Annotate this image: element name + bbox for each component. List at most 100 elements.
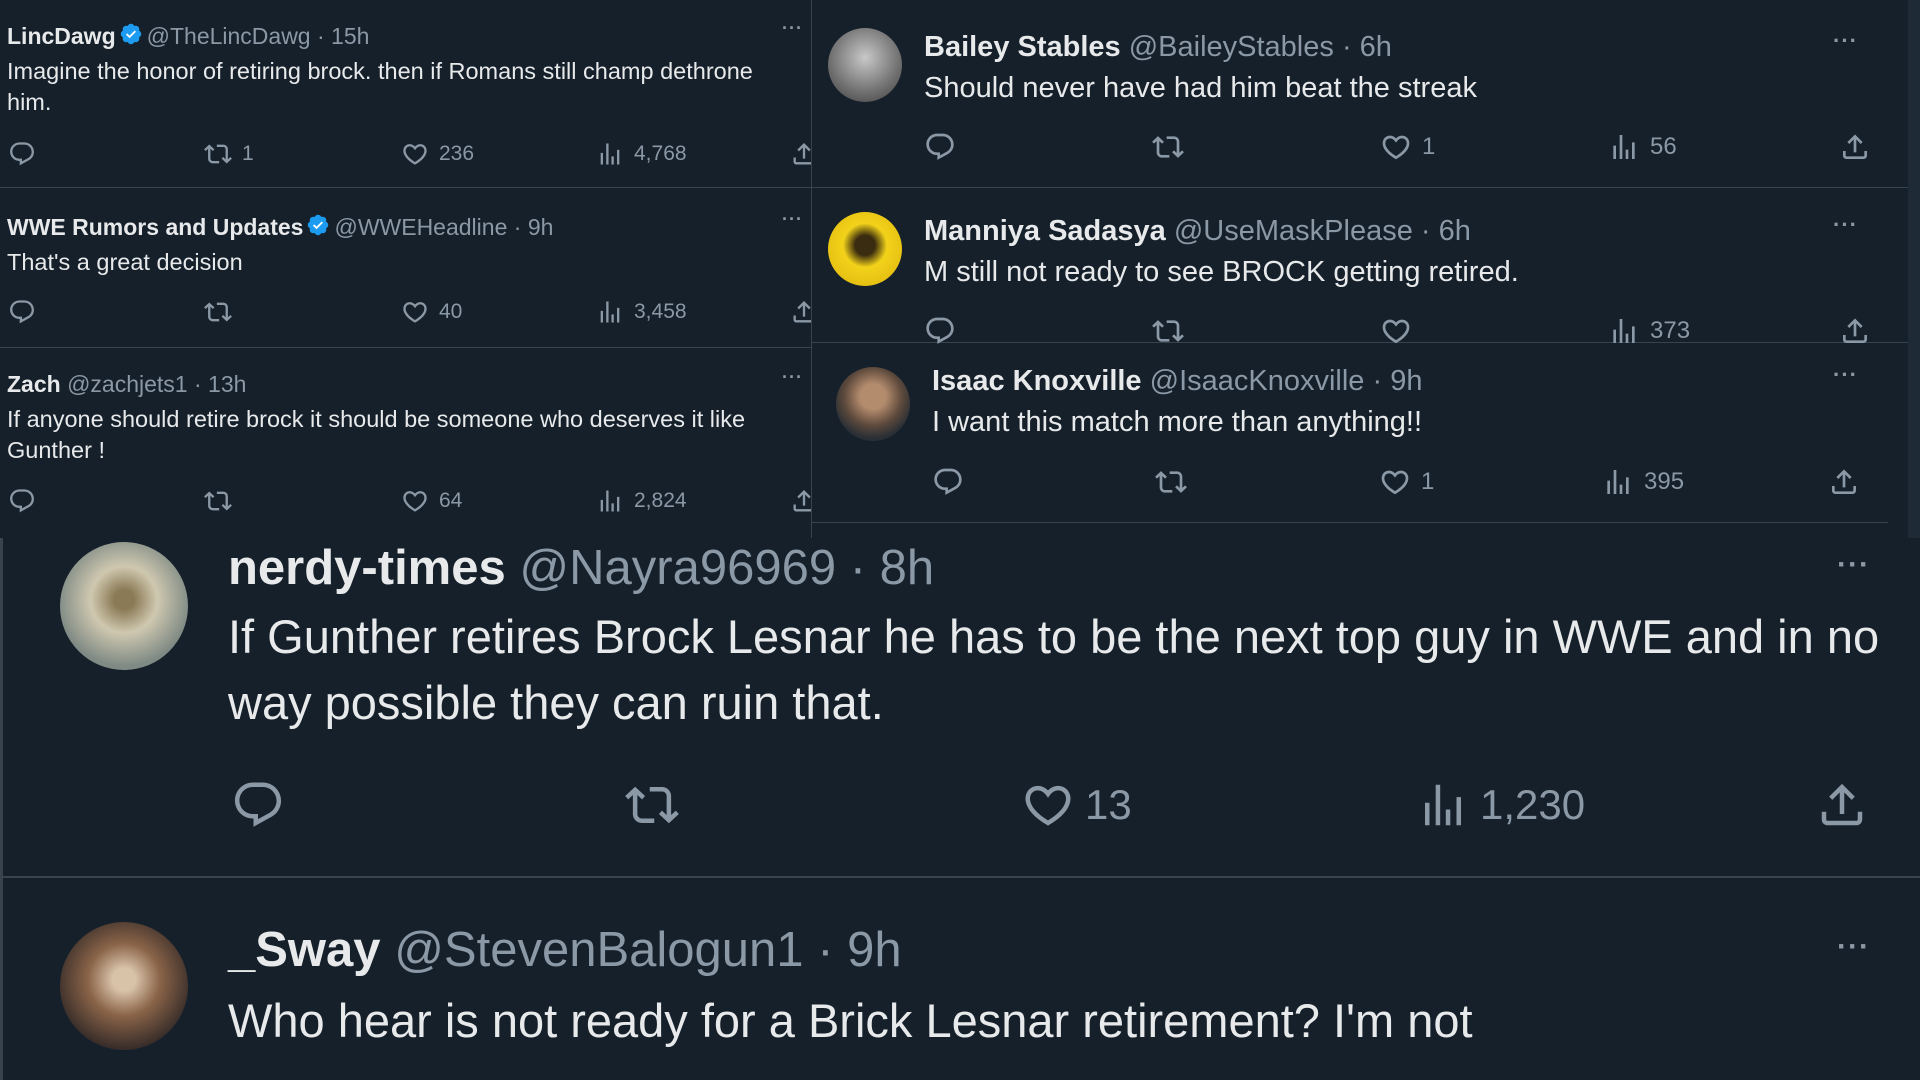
display-name[interactable]: Zach: [7, 371, 61, 397]
avatar[interactable]: [836, 367, 910, 441]
more-icon[interactable]: ···: [1833, 28, 1858, 54]
timestamp[interactable]: · 13h: [194, 371, 246, 397]
timestamp[interactable]: · 6h: [1342, 31, 1392, 63]
like-count: 64: [439, 489, 463, 512]
display-name[interactable]: _Sway: [228, 923, 381, 977]
like-button[interactable]: 13: [1021, 778, 1132, 832]
handle[interactable]: @StevenBalogun1: [394, 923, 803, 977]
like-count: 1: [1421, 468, 1435, 495]
tweet-text: I want this match more than anything!!: [932, 406, 1423, 438]
tweet-isaac-knoxville[interactable]: Isaac Knoxville @IsaacKnoxville · 9h ···…: [812, 343, 1888, 523]
like-button[interactable]: 1: [1379, 466, 1434, 498]
more-icon[interactable]: ···: [1837, 548, 1870, 582]
more-icon[interactable]: ···: [782, 18, 803, 39]
tweet-sway[interactable]: _Sway @StevenBalogun1 · 9h ··· Who hear …: [3, 878, 1920, 1080]
more-icon[interactable]: ···: [1833, 362, 1858, 388]
timestamp[interactable]: · 9h: [817, 923, 901, 977]
views-button[interactable]: 56: [1608, 131, 1677, 163]
retweet-button[interactable]: 1: [204, 140, 254, 168]
scrollbar[interactable]: [1908, 0, 1920, 538]
display-name[interactable]: WWE Rumors and Updates: [7, 214, 303, 240]
tweet-wweheadline[interactable]: WWE Rumors and Updates @WWEHeadline · 9h …: [0, 188, 811, 348]
handle[interactable]: @TheLincDawg: [147, 23, 311, 49]
handle[interactable]: @WWEHeadline: [334, 214, 507, 240]
retweet-button[interactable]: [204, 487, 232, 515]
tweet-nerdy-times[interactable]: nerdy-times @Nayra96969 · 8h ··· If Gunt…: [3, 538, 1920, 878]
retweet-count: 1: [242, 142, 254, 165]
avatar[interactable]: [60, 922, 188, 1050]
reply-button[interactable]: [8, 487, 36, 515]
views-count: 3,458: [634, 300, 687, 323]
views-button[interactable]: 395: [1602, 466, 1684, 498]
timestamp[interactable]: · 9h: [514, 214, 554, 240]
like-count: 13: [1085, 781, 1132, 828]
tweet-text: Who hear is not ready for a Brick Lesnar…: [228, 994, 1473, 1047]
share-button[interactable]: [790, 298, 812, 326]
more-icon[interactable]: ···: [1833, 212, 1858, 238]
avatar[interactable]: [828, 28, 902, 102]
tweet-actions: 40 3,458: [0, 298, 811, 328]
avatar[interactable]: [828, 212, 902, 286]
share-icon: [790, 298, 812, 326]
share-button[interactable]: [1815, 778, 1869, 832]
share-button[interactable]: [790, 140, 812, 168]
tweet-bailey-stables[interactable]: Bailey Stables @BaileyStables · 6h ··· S…: [812, 0, 1908, 188]
more-icon[interactable]: ···: [1837, 930, 1870, 964]
reply-icon: [932, 466, 964, 498]
tweet-lincdawg[interactable]: LincDawg @TheLincDawg · 15h ··· Imagine t…: [0, 0, 811, 188]
share-icon: [790, 487, 812, 515]
display-name[interactable]: Bailey Stables: [924, 31, 1121, 63]
verified-badge-icon: [119, 22, 143, 46]
display-name[interactable]: Isaac Knoxville: [932, 365, 1142, 397]
more-icon[interactable]: ···: [782, 367, 803, 388]
views-count: 2,824: [634, 489, 687, 512]
share-button[interactable]: [790, 487, 812, 515]
heart-icon: [401, 140, 429, 168]
share-button[interactable]: [1828, 466, 1860, 498]
handle[interactable]: @Nayra96969: [519, 541, 836, 595]
handle[interactable]: @zachjets1: [67, 371, 188, 397]
views-button[interactable]: 2,824: [596, 487, 687, 515]
display-name[interactable]: nerdy-times: [228, 541, 506, 595]
reply-icon: [8, 487, 36, 515]
tweet-manniya-sadasya[interactable]: Manniya Sadasya @UseMaskPlease · 6h ··· …: [812, 188, 1908, 344]
like-count: 1: [1422, 133, 1436, 160]
retweet-button[interactable]: [204, 298, 232, 326]
tweet-text: Should never have had him beat the strea…: [924, 72, 1477, 104]
reply-button[interactable]: [932, 466, 964, 498]
views-button[interactable]: 4,768: [596, 140, 687, 168]
verified-badge-icon: [306, 213, 330, 237]
display-name[interactable]: LincDawg: [7, 23, 116, 49]
reply-button[interactable]: [924, 131, 956, 163]
tweet-zach[interactable]: Zach @zachjets1 · 13h ··· If anyone shou…: [0, 348, 811, 538]
display-name[interactable]: Manniya Sadasya: [924, 215, 1166, 247]
retweet-button[interactable]: [1155, 466, 1187, 498]
panel-bottom: nerdy-times @Nayra96969 · 8h ··· If Gunt…: [0, 538, 1920, 1080]
views-icon: [596, 140, 624, 168]
retweet-button[interactable]: [625, 778, 679, 832]
reply-button[interactable]: [8, 298, 36, 326]
views-button[interactable]: 1,230: [1416, 778, 1585, 832]
views-button[interactable]: 3,458: [596, 298, 687, 326]
handle[interactable]: @IsaacKnoxville: [1150, 365, 1365, 397]
retweet-button[interactable]: [1152, 131, 1184, 163]
like-button[interactable]: 64: [401, 487, 462, 515]
tweet-text: That's a great decision: [7, 249, 243, 275]
handle[interactable]: @BaileyStables: [1129, 31, 1334, 63]
timestamp[interactable]: · 9h: [1373, 365, 1423, 397]
share-icon: [790, 140, 812, 168]
tweet-header: Manniya Sadasya @UseMaskPlease · 6h: [924, 215, 1471, 248]
like-button[interactable]: 1: [1380, 131, 1435, 163]
like-button[interactable]: 40: [401, 298, 462, 326]
reply-button[interactable]: [8, 140, 36, 168]
share-button[interactable]: [1839, 131, 1871, 163]
reply-button[interactable]: [231, 778, 285, 832]
handle[interactable]: @UseMaskPlease: [1174, 215, 1413, 247]
timestamp[interactable]: · 6h: [1421, 215, 1471, 247]
views-icon: [596, 298, 624, 326]
like-button[interactable]: 236: [401, 140, 474, 168]
timestamp[interactable]: · 15h: [317, 23, 369, 49]
more-icon[interactable]: ···: [782, 209, 803, 230]
avatar[interactable]: [60, 542, 188, 670]
timestamp[interactable]: · 8h: [850, 541, 934, 595]
